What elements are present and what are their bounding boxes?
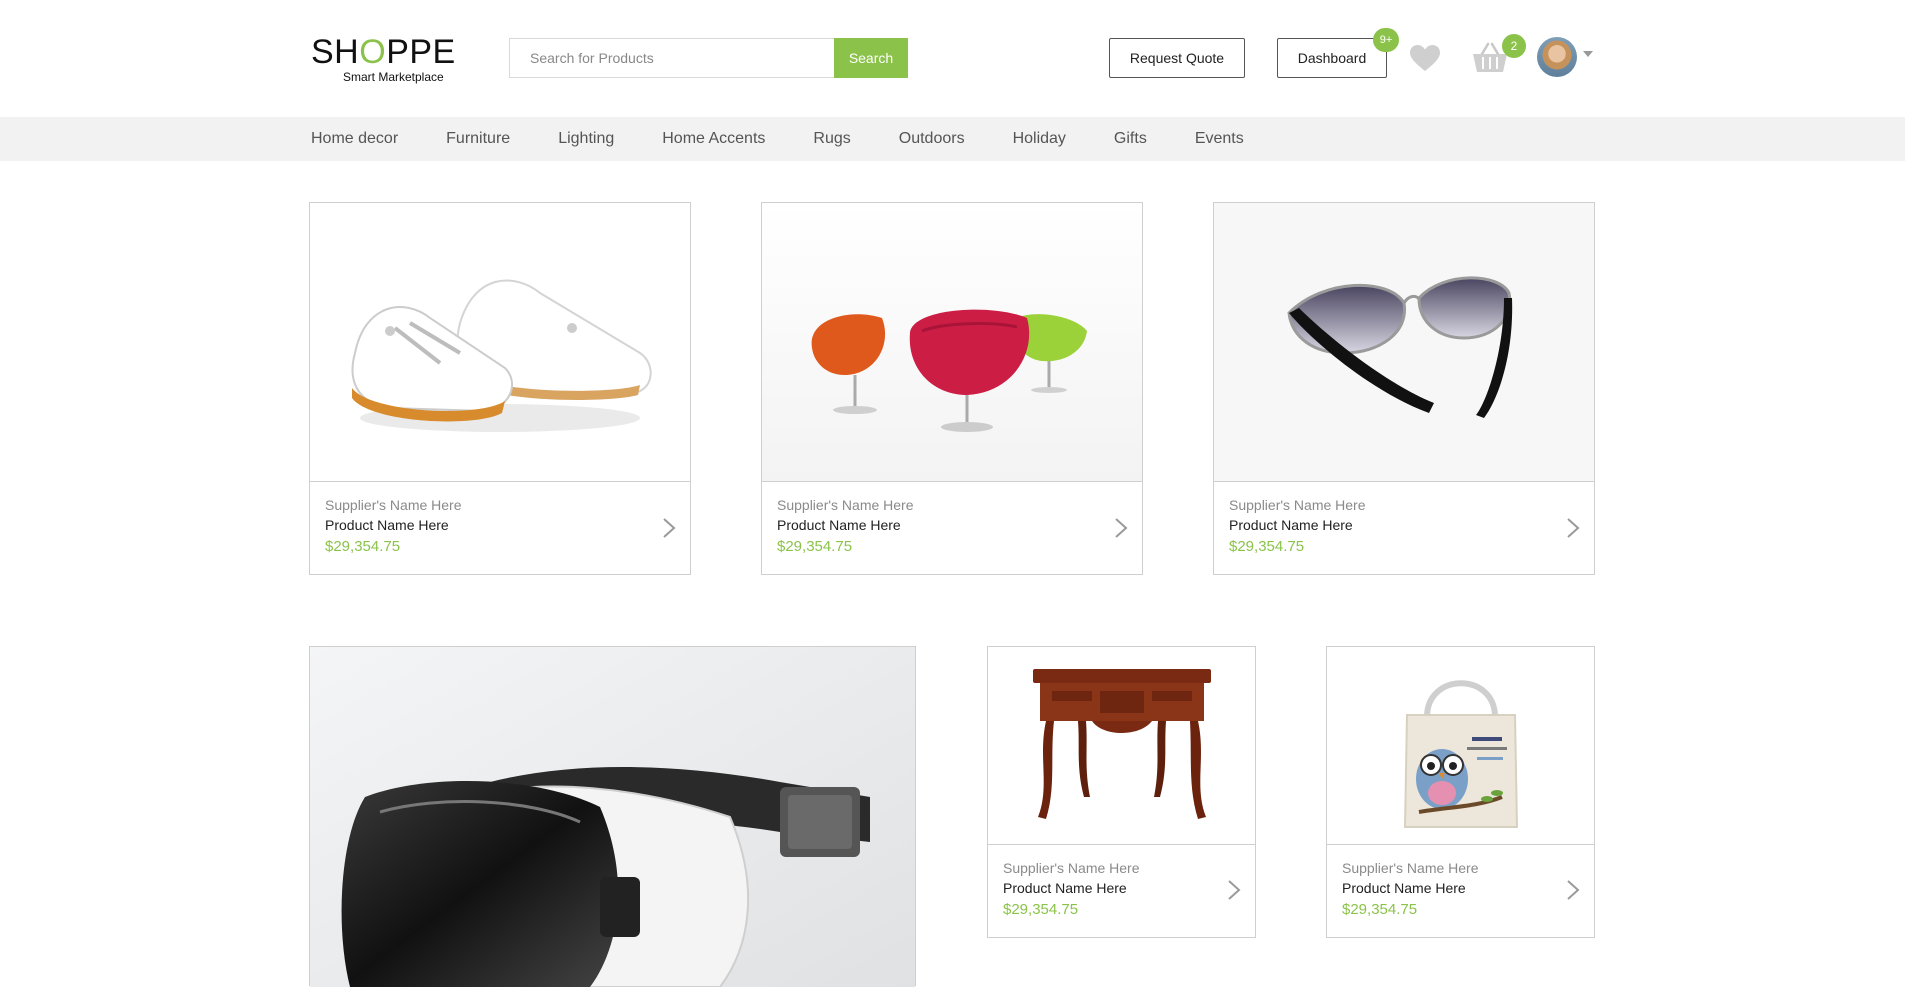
cart-count-badge: 2 bbox=[1502, 34, 1526, 58]
product-info: Supplier's Name Here Product Name Here $… bbox=[1342, 858, 1554, 920]
category-nav: Home decor Furniture Lighting Home Accen… bbox=[0, 117, 1905, 161]
product-name[interactable]: Product Name Here bbox=[1342, 878, 1554, 899]
supplier-name[interactable]: Supplier's Name Here bbox=[777, 495, 1102, 515]
product-name[interactable]: Product Name Here bbox=[777, 515, 1102, 536]
supplier-name[interactable]: Supplier's Name Here bbox=[1342, 858, 1554, 878]
chevron-right-icon[interactable] bbox=[1566, 879, 1580, 901]
request-quote-button[interactable]: Request Quote bbox=[1109, 38, 1245, 78]
nav-item-furniture[interactable]: Furniture bbox=[446, 117, 510, 161]
product-info: Supplier's Name Here Product Name Here $… bbox=[1229, 495, 1554, 557]
dashboard-notification-badge: 9+ bbox=[1373, 28, 1399, 52]
product-info: Supplier's Name Here Product Name Here $… bbox=[777, 495, 1102, 557]
chevron-right-icon[interactable] bbox=[1114, 517, 1128, 539]
nav-item-home-decor[interactable]: Home decor bbox=[311, 117, 398, 161]
product-image-sunglasses[interactable] bbox=[1214, 203, 1594, 482]
chevron-right-icon[interactable] bbox=[662, 517, 676, 539]
logo-tagline: Smart Marketplace bbox=[343, 70, 444, 84]
logo-wordmark: SHOPPE bbox=[311, 33, 456, 71]
nav-item-lighting[interactable]: Lighting bbox=[558, 117, 614, 161]
product-image-chairs[interactable] bbox=[762, 203, 1142, 482]
product-name[interactable]: Product Name Here bbox=[1229, 515, 1554, 536]
heart-icon[interactable] bbox=[1409, 44, 1441, 72]
nav-item-home-accents[interactable]: Home Accents bbox=[662, 117, 765, 161]
product-card[interactable]: Supplier's Name Here Product Name Here $… bbox=[309, 202, 691, 575]
product-card[interactable]: Supplier's Name Here Product Name Here $… bbox=[987, 646, 1256, 938]
product-image-tote-bag[interactable] bbox=[1327, 647, 1594, 845]
product-name[interactable]: Product Name Here bbox=[1003, 878, 1215, 899]
product-info: Supplier's Name Here Product Name Here $… bbox=[1003, 858, 1215, 920]
chevron-right-icon[interactable] bbox=[1227, 879, 1241, 901]
product-price: $29,354.75 bbox=[1229, 538, 1305, 555]
supplier-name[interactable]: Supplier's Name Here bbox=[1003, 858, 1215, 878]
logo[interactable]: SHOPPE Smart Marketplace bbox=[311, 34, 461, 84]
nav-item-rugs[interactable]: Rugs bbox=[813, 117, 850, 161]
product-card[interactable]: Supplier's Name Here Product Name Here $… bbox=[761, 202, 1143, 575]
caret-down-icon[interactable] bbox=[1583, 51, 1593, 57]
nav-item-holiday[interactable]: Holiday bbox=[1013, 117, 1066, 161]
search-button[interactable]: Search bbox=[834, 38, 908, 78]
nav-item-events[interactable]: Events bbox=[1195, 117, 1244, 161]
product-price: $29,354.75 bbox=[1003, 901, 1079, 918]
chevron-right-icon[interactable] bbox=[1566, 517, 1580, 539]
product-price: $29,354.75 bbox=[1342, 901, 1418, 918]
product-image-shoes[interactable] bbox=[310, 203, 690, 482]
product-card-featured[interactable] bbox=[309, 646, 916, 987]
product-image-side-table[interactable] bbox=[988, 647, 1255, 845]
product-price: $29,354.75 bbox=[777, 538, 853, 555]
dashboard-button[interactable]: Dashboard bbox=[1277, 38, 1387, 78]
nav-item-outdoors[interactable]: Outdoors bbox=[899, 117, 965, 161]
supplier-name[interactable]: Supplier's Name Here bbox=[1229, 495, 1554, 515]
product-info: Supplier's Name Here Product Name Here $… bbox=[325, 495, 650, 557]
search-input[interactable] bbox=[509, 38, 834, 78]
product-card[interactable]: Supplier's Name Here Product Name Here $… bbox=[1213, 202, 1595, 575]
product-name[interactable]: Product Name Here bbox=[325, 515, 650, 536]
site-header: SHOPPE Smart Marketplace Search Request … bbox=[0, 0, 1905, 116]
avatar[interactable] bbox=[1537, 37, 1577, 77]
product-card[interactable]: Supplier's Name Here Product Name Here $… bbox=[1326, 646, 1595, 938]
search-bar: Search bbox=[509, 38, 908, 78]
supplier-name[interactable]: Supplier's Name Here bbox=[325, 495, 650, 515]
product-image-vr-headset[interactable] bbox=[310, 647, 915, 987]
nav-item-gifts[interactable]: Gifts bbox=[1114, 117, 1147, 161]
product-price: $29,354.75 bbox=[325, 538, 401, 555]
